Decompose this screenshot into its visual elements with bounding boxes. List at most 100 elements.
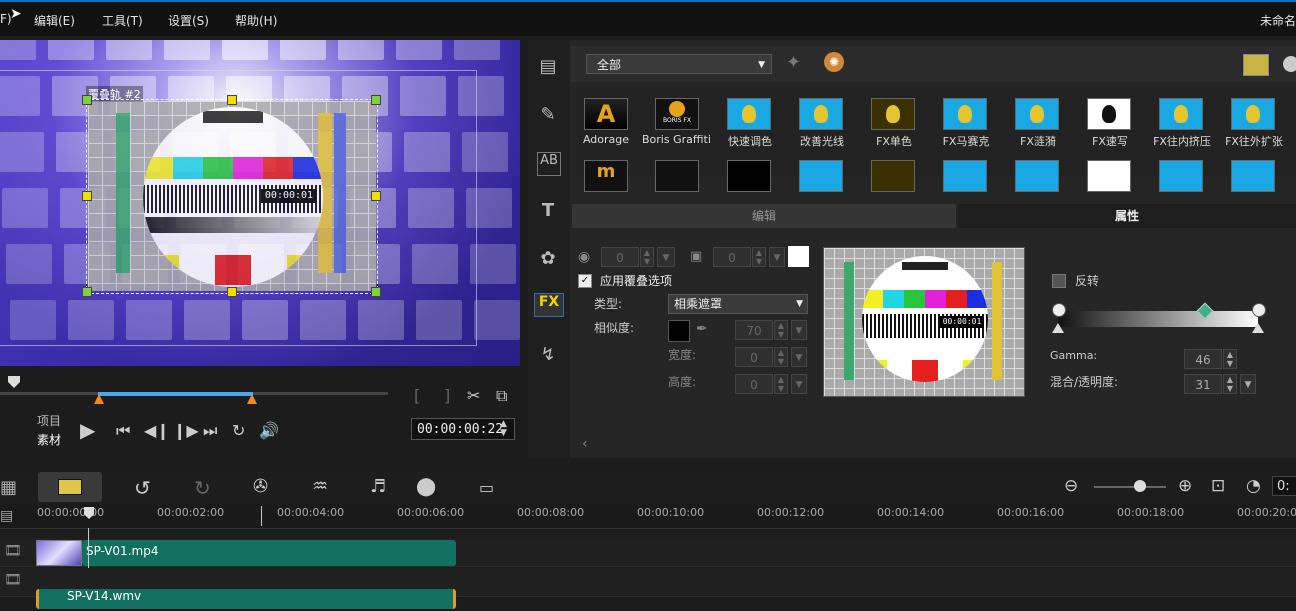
chevron-down-icon[interactable]: ▼: [791, 347, 807, 367]
filter-thumbnail[interactable]: [799, 160, 843, 192]
adorage-thumbnail[interactable]: A: [584, 98, 628, 130]
zoom-in-icon[interactable]: ⊕: [1178, 476, 1192, 496]
timecode-stepper-icon[interactable]: ▲ ▼: [500, 420, 507, 438]
filter-thumbnail[interactable]: [1015, 98, 1059, 130]
filter-thumbnail[interactable]: [1087, 160, 1131, 192]
slider-knob-icon[interactable]: [1283, 56, 1296, 72]
filter-thumbnail[interactable]: [1159, 98, 1203, 130]
boris-thumbnail[interactable]: BORIS FX: [655, 98, 699, 130]
zoom-slider[interactable]: [1094, 486, 1166, 488]
stepper-icon[interactable]: ▲ ▼: [752, 247, 766, 267]
resize-handle-bottom-right[interactable]: [371, 287, 381, 297]
filter-thumbnail[interactable]: [727, 160, 771, 192]
instant-project-icon[interactable]: ✎: [534, 104, 562, 126]
timeline-view-button[interactable]: [38, 472, 102, 502]
stepper-icon[interactable]: ▲ ▼: [1223, 349, 1237, 369]
menu-edit[interactable]: 编辑(E): [34, 12, 75, 29]
spin-2[interactable]: 0: [713, 247, 751, 267]
filter-thumbnail[interactable]: [1087, 98, 1131, 130]
filter-thumbnail[interactable]: [655, 160, 699, 192]
stepper-icon[interactable]: ▲ ▼: [774, 320, 788, 340]
volume-icon[interactable]: 🔊: [259, 421, 279, 440]
mark-in-handle[interactable]: [94, 394, 104, 404]
filter-thumbnail[interactable]: [727, 98, 771, 130]
sound-mixer-icon[interactable]: ♒: [312, 476, 328, 497]
gradient-handle-left[interactable]: [1052, 303, 1066, 317]
timeline-clip-sp-v14[interactable]: SP-V14.wmv: [36, 589, 456, 609]
zoom-out-icon[interactable]: ⊖: [1064, 476, 1078, 496]
filter-thumbnail[interactable]: [1231, 160, 1275, 192]
similarity-input[interactable]: 70: [735, 320, 773, 340]
menu-tools[interactable]: 工具(T): [102, 12, 143, 29]
media-library-icon[interactable]: ▤: [534, 56, 562, 78]
next-frame-icon[interactable]: ❙▶: [173, 421, 199, 440]
scissors-icon[interactable]: ✂: [467, 386, 480, 405]
video-track-icon[interactable]: 🎞: [4, 543, 22, 559]
resize-handle-bottom-left[interactable]: [82, 287, 92, 297]
gamma-input[interactable]: 46: [1184, 349, 1222, 369]
undo-icon[interactable]: ↺: [134, 476, 151, 500]
eyedropper-icon[interactable]: ✒: [696, 321, 708, 337]
trim-range[interactable]: [98, 392, 253, 396]
stepper-icon[interactable]: ▲ ▼: [640, 247, 654, 267]
fit-project-icon[interactable]: ⊡: [1211, 476, 1225, 496]
scrubber-playhead[interactable]: [8, 376, 20, 388]
stepper-icon[interactable]: ▲ ▼: [774, 374, 788, 394]
stepper-icon[interactable]: ▲ ▼: [1223, 374, 1237, 394]
title-icon[interactable]: T: [534, 200, 562, 222]
filter-thumbnail[interactable]: [1015, 160, 1059, 192]
filter-thumbnail[interactable]: [871, 160, 915, 192]
gradient-stop-left[interactable]: [1052, 323, 1064, 333]
chevron-down-icon[interactable]: ▼: [791, 374, 807, 394]
tab-attributes[interactable]: 属性: [958, 204, 1296, 228]
mark-out-handle[interactable]: [247, 394, 257, 404]
filter-thumbnail[interactable]: [799, 98, 843, 130]
mode-clip[interactable]: 素材: [37, 431, 61, 448]
filter-thumbnail[interactable]: [871, 98, 915, 130]
gradient-slider[interactable]: [1058, 311, 1258, 327]
chevron-down-icon[interactable]: ▼: [769, 247, 785, 267]
timeline-clip-sp-v01[interactable]: SP-V01.mp4: [82, 540, 456, 566]
play-icon[interactable]: ▶: [80, 418, 95, 442]
filter-category-dropdown[interactable]: 全部 ▼: [586, 54, 772, 74]
filter-thumbnail[interactable]: [943, 160, 987, 192]
mark-out-icon[interactable]: ]: [444, 386, 450, 405]
filter-thumbnail[interactable]: m: [584, 160, 628, 192]
menu-help[interactable]: 帮助(H): [235, 12, 277, 29]
mode-project[interactable]: 项目: [37, 412, 61, 429]
mark-in-icon[interactable]: [: [414, 386, 420, 405]
go-to-start-icon[interactable]: ⏮: [116, 421, 130, 441]
track-manager-icon[interactable]: ▤: [0, 508, 13, 524]
height-input[interactable]: 0: [735, 374, 773, 394]
resize-handle-right[interactable]: [371, 191, 381, 201]
overlay-track-icon[interactable]: 🎞: [4, 572, 22, 588]
chevron-down-icon[interactable]: ▼: [791, 320, 807, 340]
resize-handle-bottom[interactable]: [227, 287, 237, 297]
motion-track-icon[interactable]: ⬤: [416, 476, 436, 497]
filter-thumbnail[interactable]: [1231, 98, 1275, 130]
view-mode-icon[interactable]: [1243, 54, 1269, 76]
transition-icon[interactable]: AB: [537, 152, 561, 176]
auto-music-icon[interactable]: ♬: [370, 476, 386, 497]
redo-icon[interactable]: ↻: [194, 476, 211, 500]
filter-thumbnail[interactable]: [1159, 160, 1203, 192]
resize-handle-top[interactable]: [227, 95, 237, 105]
mask-color-swatch[interactable]: [668, 320, 690, 342]
tab-edit[interactable]: 编辑: [572, 204, 956, 228]
subtitle-editor-icon[interactable]: ▭: [479, 478, 494, 497]
filter-options-icon[interactable]: ✺: [824, 52, 844, 72]
path-icon[interactable]: ↯: [534, 344, 562, 366]
resize-handle-left[interactable]: [82, 191, 92, 201]
type-dropdown[interactable]: 相乘遮罩 ▼: [668, 294, 808, 314]
go-to-end-icon[interactable]: ⏭: [203, 421, 217, 441]
blend-opacity-input[interactable]: 31: [1184, 374, 1222, 394]
spin-1[interactable]: 0: [601, 247, 639, 267]
duration-field[interactable]: 0:: [1272, 476, 1296, 496]
overlay-bounding-box[interactable]: [86, 99, 378, 294]
copy-icon[interactable]: ⧉: [496, 386, 507, 406]
menu-settings[interactable]: 设置(S): [168, 12, 209, 29]
stepper-icon[interactable]: ▲ ▼: [774, 347, 788, 367]
record-capture-icon[interactable]: ✇: [253, 476, 268, 497]
apply-overlay-checkbox[interactable]: ✓: [578, 274, 592, 288]
collapse-panel-icon[interactable]: ‹: [582, 436, 588, 452]
